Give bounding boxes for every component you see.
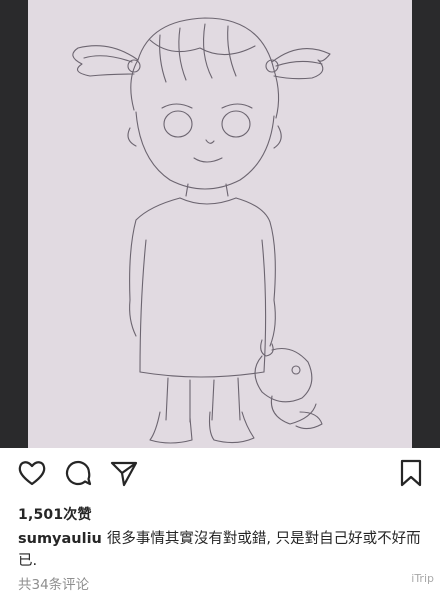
- bookmark-icon[interactable]: [396, 458, 426, 488]
- likes-count[interactable]: 1,501次赞: [18, 504, 92, 524]
- comment-icon[interactable]: [63, 458, 93, 488]
- post-image[interactable]: [0, 0, 440, 448]
- caption-username[interactable]: sumyauliu: [18, 531, 102, 547]
- post-actions-bar: [0, 456, 440, 496]
- watermark: iTrip: [411, 572, 434, 585]
- heart-icon[interactable]: [17, 458, 47, 488]
- post-caption: sumyauliu 很多事情其實沒有對或錯, 只是對自己好或不好而已.: [18, 528, 423, 572]
- sketch-artwork: [28, 0, 412, 448]
- send-icon[interactable]: [109, 458, 139, 488]
- view-comments-link[interactable]: 共34条评论: [18, 573, 89, 593]
